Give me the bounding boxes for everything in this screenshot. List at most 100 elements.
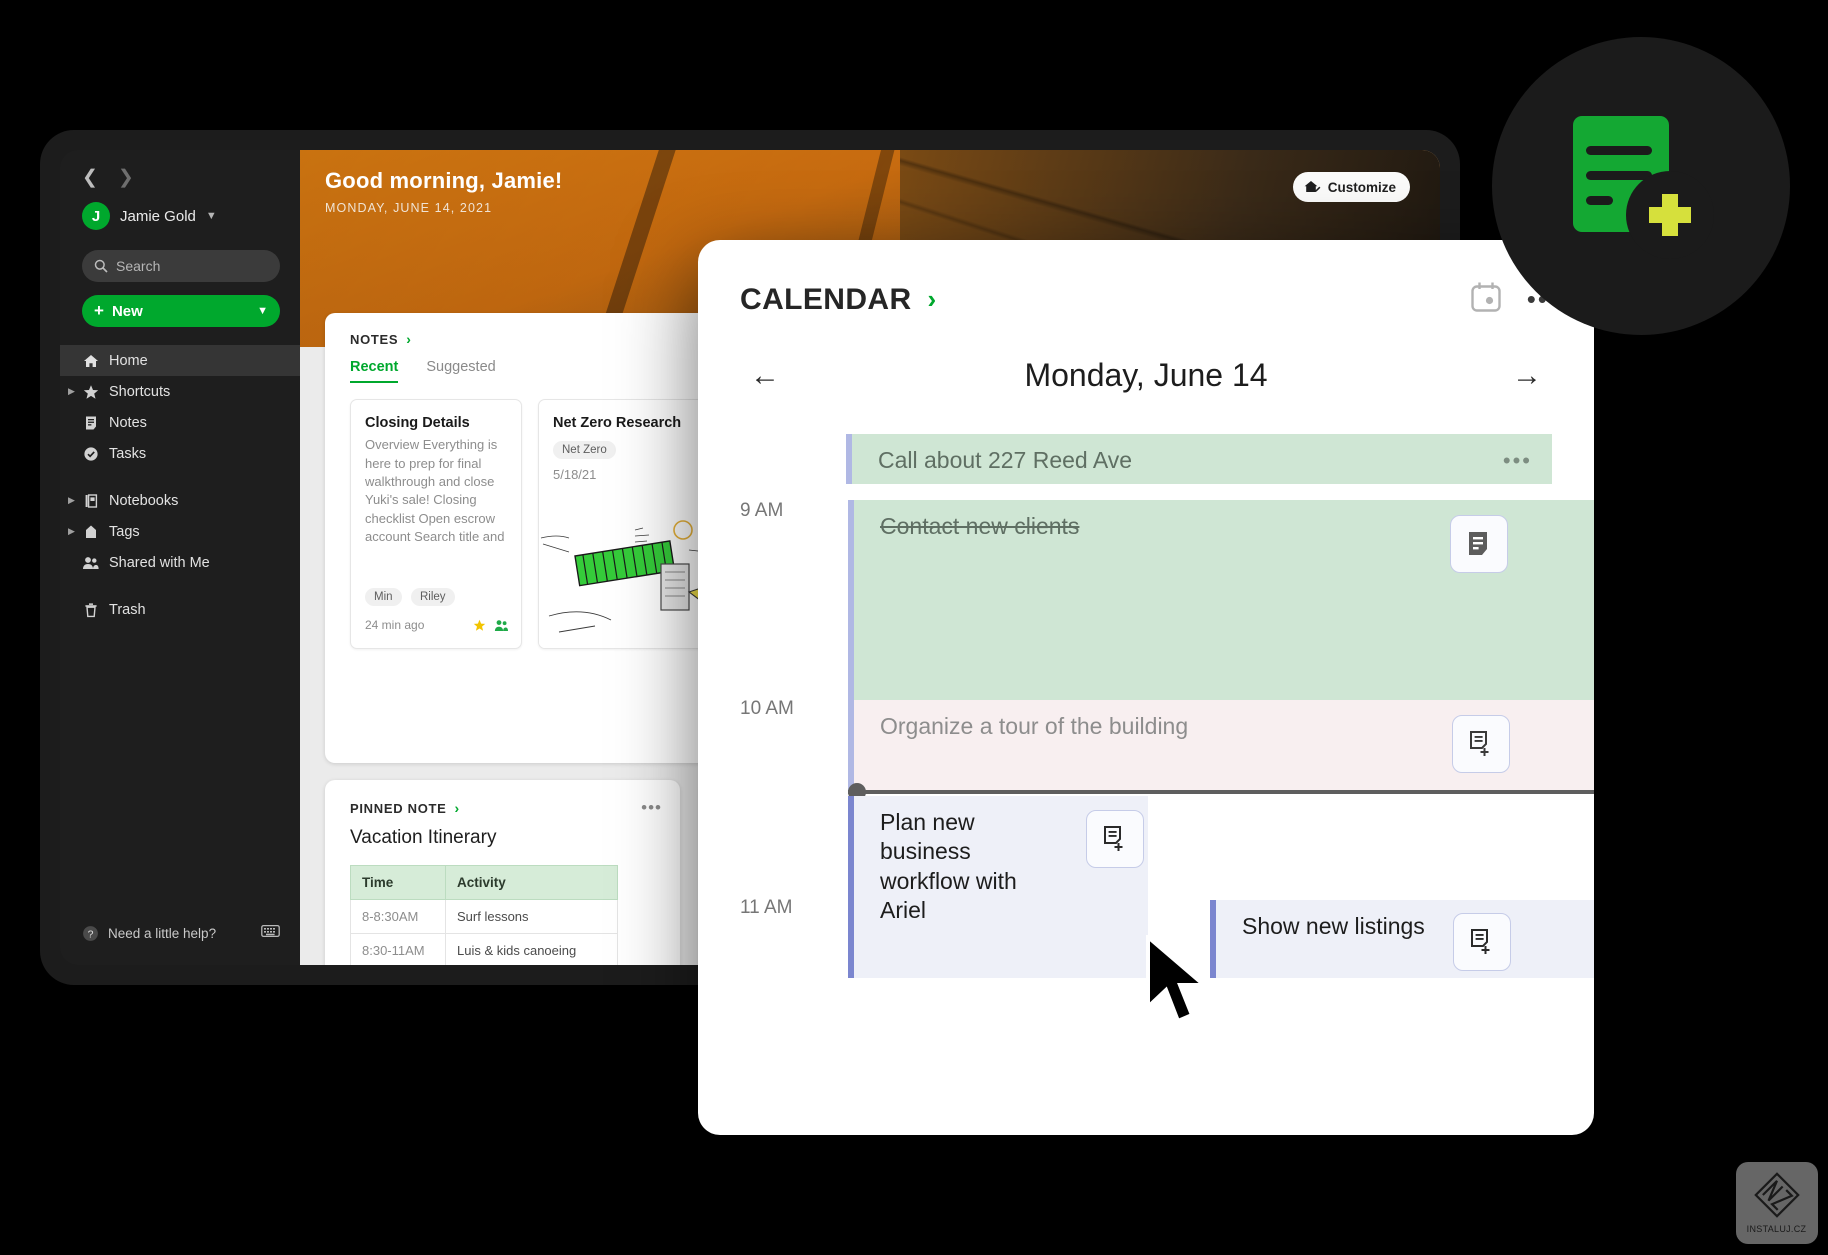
cell-activity: Luis & kids canoeing — [445, 933, 618, 965]
tag-chip[interactable]: Riley — [410, 588, 455, 606]
cell-activity: Surf lessons — [445, 899, 618, 934]
tag-chip[interactable]: Min — [365, 588, 402, 606]
note-snippet: Overview Everything is here to prep for … — [365, 437, 505, 545]
check-circle-icon — [82, 445, 99, 462]
event-title: Organize a tour of the building — [880, 713, 1189, 739]
sidebar-nav-arrows: ❮ ❯ — [82, 168, 134, 187]
event-title: Call about 227 Reed Ave — [878, 447, 1133, 473]
chevron-right-icon[interactable]: ▶ — [68, 495, 75, 506]
event-note-button[interactable] — [1086, 810, 1144, 868]
notebook-icon — [82, 492, 99, 509]
calendar-header: CALENDAR › ••• — [698, 240, 1594, 319]
sidebar-item-tags[interactable]: ▶ Tags — [60, 516, 300, 547]
event-note-button[interactable] — [1453, 913, 1511, 971]
keyboard-icon[interactable] — [261, 924, 280, 943]
calendar-event[interactable]: Show new listings — [1210, 900, 1594, 978]
question-circle-icon: ? — [83, 926, 98, 941]
chevron-right-icon[interactable]: ▶ — [68, 386, 75, 397]
itinerary-table: Time Activity 8-8:30AM Surf lessons 8:30… — [350, 865, 618, 965]
star-icon — [473, 619, 486, 631]
note-title: Net Zero Research — [553, 415, 682, 431]
note-tile[interactable]: Closing Details Overview Everything is h… — [350, 399, 522, 649]
note-tile[interactable]: Net Zero Research Net Zero 5/18/21 — [538, 399, 710, 649]
previous-day-button[interactable]: ← — [750, 360, 780, 391]
account-switcher[interactable]: J Jamie Gold ▼ — [82, 202, 217, 230]
greeting-date: MONDAY, JUNE 14, 2021 — [325, 201, 493, 215]
sidebar-item-label: Shared with Me — [109, 554, 210, 571]
sidebar-item-notes[interactable]: Notes — [60, 407, 300, 438]
sidebar-item-trash[interactable]: Trash — [60, 594, 300, 625]
sidebar-item-shared-with-me[interactable]: Shared with Me — [60, 547, 300, 578]
column-header-activity: Activity — [445, 865, 618, 900]
note-add-icon — [1573, 116, 1714, 259]
calendar-section-label: CALENDAR — [740, 282, 912, 316]
sidebar-divider — [60, 578, 300, 594]
sidebar-divider — [60, 469, 300, 485]
chevron-right-icon[interactable]: ▶ — [68, 526, 75, 537]
current-date-label: Monday, June 14 — [1024, 357, 1268, 393]
pinned-note-title: Vacation Itinerary — [350, 827, 497, 848]
nav-back-icon[interactable]: ❮ — [82, 168, 98, 187]
event-title: Contact new clients — [880, 513, 1080, 539]
note-timestamp: 24 min ago — [365, 618, 425, 632]
note-icon — [82, 414, 99, 431]
table-row: 8:30-11AM Luis & kids canoeing — [350, 933, 618, 965]
watermark: INSTALUJ.CZ — [1725, 1150, 1828, 1255]
note-meta: 24 min ago — [365, 618, 509, 632]
next-day-button[interactable]: → — [1512, 360, 1542, 391]
people-icon — [82, 554, 99, 571]
overflow-menu-icon[interactable]: ••• — [641, 798, 662, 818]
mouse-cursor — [1146, 935, 1210, 1024]
table-header-row: Time Activity — [350, 865, 618, 900]
search-input[interactable]: Search — [82, 250, 280, 282]
chevron-down-icon: ▼ — [257, 305, 268, 317]
avatar: J — [82, 202, 110, 230]
chevron-down-icon: ▼ — [205, 210, 217, 222]
note-plus-icon — [1104, 826, 1123, 851]
hour-label: 9 AM — [740, 500, 784, 521]
hour-label: 10 AM — [740, 698, 794, 719]
note-plus-icon — [1471, 929, 1490, 954]
chevron-right-icon[interactable]: › — [928, 284, 937, 315]
plus-icon: + — [94, 301, 104, 320]
note-date: 5/18/21 — [553, 467, 597, 483]
section-label: NOTES — [350, 331, 399, 347]
nav-forward-icon[interactable]: ❯ — [118, 168, 134, 187]
sidebar-item-home[interactable]: Home — [60, 345, 300, 376]
note-filled-icon — [1469, 532, 1487, 555]
note-sketch-thumbnail — [539, 508, 709, 648]
note-tags: Net Zero — [539, 432, 709, 460]
tag-icon — [82, 523, 99, 540]
greeting-block: Good morning, Jamie! MONDAY, JUNE 14, 20… — [325, 168, 562, 215]
calendar-icon[interactable] — [1469, 280, 1503, 319]
trash-icon — [82, 601, 99, 618]
section-label: PINNED NOTE — [350, 800, 447, 816]
new-button[interactable]: + New ▼ — [82, 295, 280, 327]
app-badge — [1492, 37, 1790, 335]
event-note-button[interactable] — [1452, 715, 1510, 773]
chevron-right-icon[interactable]: › — [455, 800, 460, 816]
table-row: 8-8:30AM Surf lessons — [350, 899, 618, 934]
star-icon — [82, 383, 99, 400]
sidebar-item-shortcuts[interactable]: ▶ Shortcuts — [60, 376, 300, 407]
calendar-event[interactable]: Call about 227 Reed Ave ••• — [846, 434, 1552, 484]
house-pencil-icon — [1304, 181, 1321, 192]
search-icon — [94, 259, 108, 273]
tag-chip[interactable]: Net Zero — [553, 441, 616, 460]
customize-label: Customize — [1327, 179, 1396, 195]
search-placeholder: Search — [116, 258, 161, 274]
column-header-time: Time — [350, 865, 446, 900]
customize-button[interactable]: Customize — [1292, 172, 1410, 202]
tab-recent[interactable]: Recent — [350, 359, 399, 383]
cell-time: 8-8:30AM — [350, 899, 446, 934]
date-navigator: ← Monday, June 14 → — [698, 319, 1594, 394]
sidebar-item-notebooks[interactable]: ▶ Notebooks — [60, 485, 300, 516]
shared-people-icon — [494, 619, 508, 631]
event-note-button[interactable] — [1450, 515, 1508, 573]
event-overflow-icon[interactable]: ••• — [1503, 434, 1552, 474]
sidebar-item-label: Shortcuts — [109, 383, 171, 400]
help-row[interactable]: ? Need a little help? — [82, 924, 280, 943]
sidebar-item-tasks[interactable]: Tasks — [60, 438, 300, 469]
tab-suggested[interactable]: Suggested — [426, 359, 495, 383]
chevron-right-icon[interactable]: › — [406, 331, 411, 347]
